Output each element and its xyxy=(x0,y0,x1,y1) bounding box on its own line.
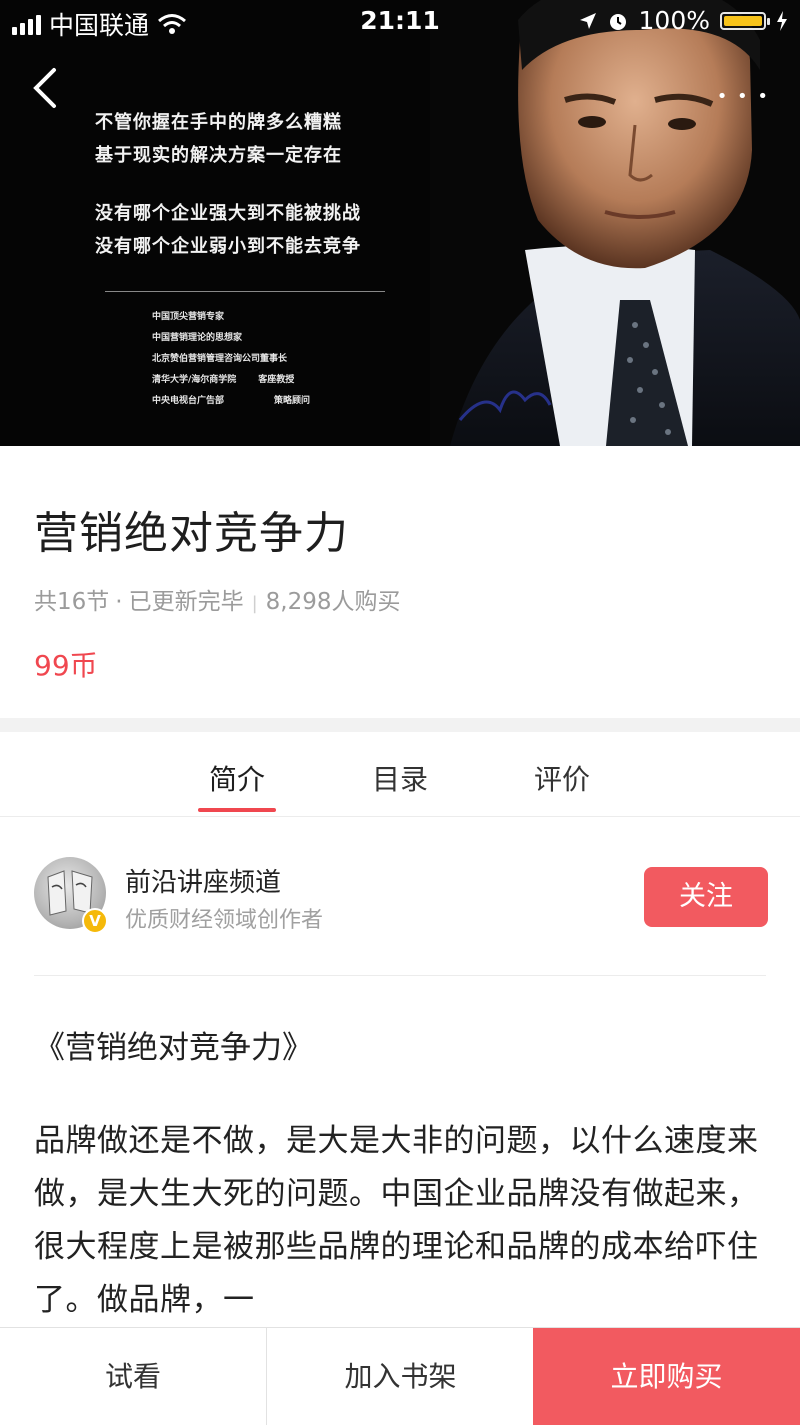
author-name[interactable]: 前沿讲座频道 xyxy=(125,862,281,899)
status-bar: 中国联通 21:11 100% xyxy=(0,0,800,44)
credit-line: 中国顶尖营销专家 xyxy=(152,312,225,322)
cover-quote: 不管你握在手中的牌多么糟糕 基于现实的解决方案一定存在 没有哪个企业强大到不能被… xyxy=(95,106,361,263)
quote-line: 没有哪个企业强大到不能被挑战 xyxy=(95,203,361,224)
follow-button[interactable]: 关注 xyxy=(644,867,768,927)
battery-percent: 100% xyxy=(638,6,710,35)
chevron-left-icon xyxy=(33,68,56,108)
add-to-shelf-button[interactable]: 加入书架 xyxy=(266,1328,534,1425)
more-options-button[interactable]: • • • xyxy=(717,86,770,107)
author-description: 优质财经领域创作者 xyxy=(125,908,324,933)
tab-intro[interactable]: 简介 xyxy=(177,758,297,798)
location-arrow-icon xyxy=(579,12,596,29)
detail-tabs: 简介 目录 评价 xyxy=(0,732,800,817)
course-price: 99币 xyxy=(34,649,98,682)
intro-text: 品牌做还是不做，是大是大非的问题，以什么速度来做，是大生大死的问题。中国企业品牌… xyxy=(34,1123,759,1318)
more-dots-icon: • • • xyxy=(716,86,770,107)
section-count: 共16节 xyxy=(34,589,110,615)
charging-icon xyxy=(777,10,787,31)
credit-role: 策略顾问 xyxy=(274,396,311,406)
active-tab-indicator xyxy=(198,808,276,812)
quote-line: 基于现实的解决方案一定存在 xyxy=(95,145,342,166)
battery-icon xyxy=(720,11,770,30)
credit-line: 清华大学/海尔商学院 xyxy=(152,375,237,385)
trial-button[interactable]: 试看 xyxy=(0,1328,266,1425)
credit-line: 北京赞伯营销管理咨询公司董事长 xyxy=(152,354,288,364)
cover-credits: 中国顶尖营销专家 中国营销理论的思想家 北京赞伯营销管理咨询公司董事长 清华大学… xyxy=(152,307,310,412)
tab-reviews[interactable]: 评价 xyxy=(502,758,622,798)
credit-line: 中央电视台广告部 xyxy=(152,396,225,406)
credit-line: 中国营销理论的思想家 xyxy=(152,333,243,343)
verified-badge-icon: V xyxy=(82,908,108,934)
section-separator xyxy=(0,718,800,732)
course-cover-banner: 不管你握在手中的牌多么糟糕 基于现实的解决方案一定存在 没有哪个企业强大到不能被… xyxy=(0,0,800,446)
cover-divider xyxy=(105,291,385,292)
buy-now-button[interactable]: 立即购买 xyxy=(533,1328,800,1425)
buyer-count: 8,298人购买 xyxy=(265,589,401,615)
quote-line: 不管你握在手中的牌多么糟糕 xyxy=(95,112,342,133)
quote-line: 没有哪个企业弱小到不能去竞争 xyxy=(95,236,361,257)
course-meta: 共16节 · 已更新完毕 | 8,298人购买 xyxy=(34,589,401,615)
back-button[interactable] xyxy=(30,66,74,116)
update-status: 已更新完毕 xyxy=(128,589,244,615)
intro-book-title: 《营销绝对竞争力》 xyxy=(34,1030,313,1066)
bottom-action-bar: 试看 加入书架 立即购买 xyxy=(0,1327,800,1425)
author-portrait-image xyxy=(430,0,800,446)
credit-role: 客座教授 xyxy=(258,375,295,385)
author-divider xyxy=(34,975,766,976)
tab-catalog[interactable]: 目录 xyxy=(340,758,460,798)
course-title: 营销绝对竞争力 xyxy=(34,508,349,559)
alarm-icon xyxy=(609,13,626,30)
